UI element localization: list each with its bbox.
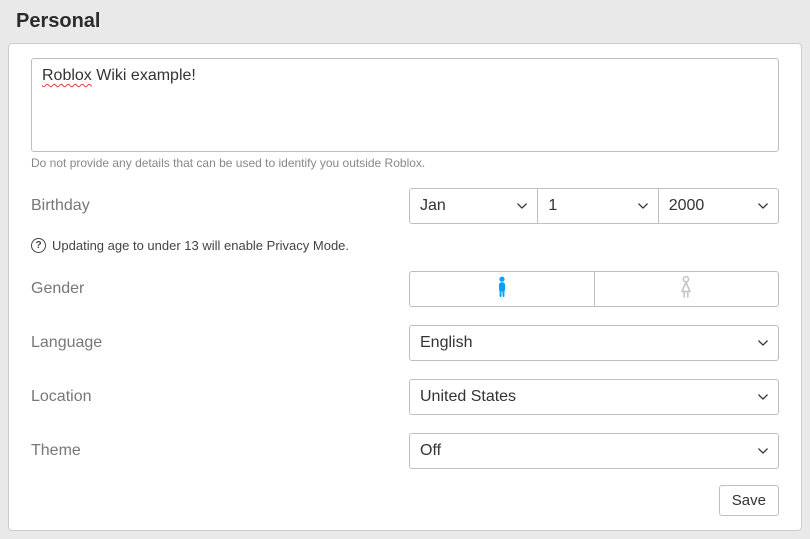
gender-male-button[interactable] [409,271,595,307]
location-label: Location [31,388,409,406]
about-text-rest: Wiki example! [92,67,196,84]
theme-label: Theme [31,442,409,460]
personal-panel: Roblox Wiki example! Do not provide any … [8,43,802,531]
language-select[interactable]: English [409,325,779,361]
chevron-down-icon [758,446,768,456]
about-textarea[interactable]: Roblox Wiki example! [31,58,779,152]
language-label: Language [31,334,409,352]
question-icon: ? [31,238,46,253]
male-icon [495,276,509,303]
birthday-month-value: Jan [420,197,446,215]
birthday-day-value: 1 [548,197,557,215]
save-button[interactable]: Save [719,485,779,516]
birthday-year-select[interactable]: 2000 [659,188,779,224]
birthday-day-select[interactable]: 1 [538,188,658,224]
birthday-year-value: 2000 [669,197,705,215]
gender-label: Gender [31,280,409,298]
theme-select[interactable]: Off [409,433,779,469]
chevron-down-icon [758,392,768,402]
location-value: United States [420,388,516,406]
gender-female-button[interactable] [595,271,780,307]
chevron-down-icon [758,338,768,348]
chevron-down-icon [638,201,648,211]
theme-value: Off [420,442,441,460]
female-icon [678,276,694,303]
birthday-label: Birthday [31,197,409,215]
birthday-month-select[interactable]: Jan [409,188,538,224]
birthday-privacy-note-row: ? Updating age to under 13 will enable P… [31,238,779,253]
section-title: Personal [8,6,802,43]
chevron-down-icon [758,201,768,211]
about-text-underlined: Roblox [42,67,92,84]
language-value: English [420,334,472,352]
location-select[interactable]: United States [409,379,779,415]
about-hint: Do not provide any details that can be u… [31,156,779,170]
birthday-privacy-note: Updating age to under 13 will enable Pri… [52,238,349,253]
chevron-down-icon [517,201,527,211]
